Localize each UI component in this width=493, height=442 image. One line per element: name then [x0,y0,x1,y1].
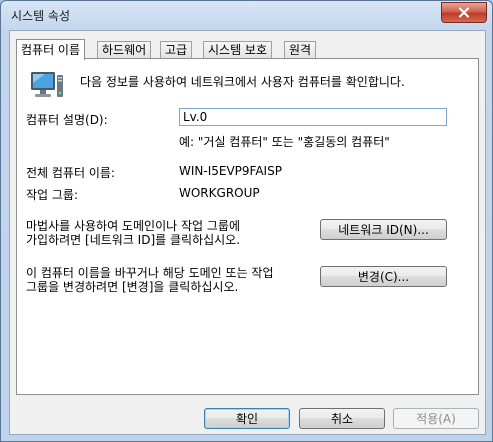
tab-advanced[interactable]: 고급 [160,41,193,58]
close-icon [458,7,470,18]
workgroup-label: 작업 그룹: [26,188,79,202]
full-computer-name-label: 전체 컴퓨터 이름: [26,166,115,180]
system-properties-window: 시스템 속성 컴퓨터 이름 하드웨어 고급 시스템 보호 원격 다음 정보를 사… [0,0,493,442]
workgroup-value: WORKGROUP [179,186,260,200]
tab-system-protection[interactable]: 시스템 보호 [203,41,273,58]
tab-hardware[interactable]: 하드웨어 [97,41,152,58]
tab-computer-name[interactable]: 컴퓨터 이름 [16,39,86,60]
close-button[interactable] [441,2,487,23]
network-id-help-line2: 가입하려면 [네트워크 ID]를 클릭하십시오. [26,233,241,247]
tab-remote[interactable]: 원격 [284,41,317,58]
computer-description-label: 컴퓨터 설명(D): [26,113,108,127]
apply-button[interactable]: 적용(A) [393,408,479,429]
ok-button[interactable]: 확인 [204,408,290,429]
change-button[interactable]: 변경(C)... [320,266,447,287]
dialog-client-area: 컴퓨터 이름 하드웨어 고급 시스템 보호 원격 다음 정보를 사용하여 네트워… [9,30,486,435]
window-title: 시스템 속성 [11,9,71,23]
computer-name-panel: 다음 정보를 사용하여 네트워크에서 사용자 컴퓨터를 확인합니다. 컴퓨터 설… [16,58,479,395]
intro-text: 다음 정보를 사용하여 네트워크에서 사용자 컴퓨터를 확인합니다. [80,75,405,89]
full-computer-name-value: WIN-I5EVP9FAISP [179,164,282,178]
change-help-line2: 그룹을 변경하려면 [변경]을 클릭하십시오. [26,280,239,294]
network-id-button[interactable]: 네트워크 ID(N)... [320,219,447,240]
cancel-button[interactable]: 취소 [299,408,385,429]
description-example-text: 예: "거실 컴퓨터" 또는 "홍길동의 컴퓨터" [179,135,390,149]
computer-description-input[interactable] [179,108,447,126]
title-bar[interactable]: 시스템 속성 [1,1,492,29]
computer-icon [31,72,63,97]
